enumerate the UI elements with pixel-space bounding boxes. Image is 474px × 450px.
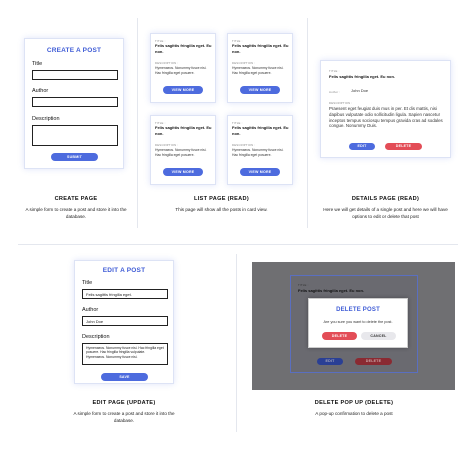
view-more-button[interactable]: VIEW MORE	[163, 168, 203, 176]
description-label: Description	[82, 334, 110, 340]
post-desc-tag: DESCRIPTION :	[232, 61, 256, 65]
post-desc-tag: DESCRIPTION :	[155, 61, 179, 65]
delete-caption: DELETE POP UP (DELETE)	[314, 400, 394, 406]
edit-button[interactable]: EDIT	[349, 143, 375, 150]
description-textarea[interactable]	[32, 125, 118, 146]
delete-button-dimmed: DELETE	[355, 358, 392, 365]
cancel-button[interactable]: CANCEL	[361, 332, 396, 340]
post-title: Felis sagittis fringilla eget. Eu non.	[155, 125, 212, 136]
post-title: Felis sagittis fringilla eget. Eu non.	[232, 125, 289, 136]
post-desc: Praesent eget feugiat duis mus in per. E…	[329, 106, 443, 129]
delete-caption-desc: A pop-up confirmation to delete a post	[315, 411, 393, 416]
details-caption-desc: Here we will get details of a single pos…	[323, 207, 448, 219]
post-title: Felis sagittis fringilla eget. Eu non.	[298, 288, 365, 293]
view-more-button[interactable]: VIEW MORE	[163, 86, 203, 94]
post-title: Felis sagittis fringilla eget. Eu non.	[329, 74, 396, 79]
post-card: TITLE : Felis sagittis fringilla eget. E…	[227, 115, 293, 185]
post-desc: Hymenaeos. Nonummy fusce nisi. Hac fring…	[232, 148, 284, 157]
form-title: EDIT A POST	[102, 267, 146, 274]
title-label: Title	[82, 280, 93, 286]
list-caption: LIST PAGE (READ)	[193, 196, 250, 202]
wireframe-board: CREATE A POST Title Author Description S…	[0, 0, 474, 450]
create-post-form: CREATE A POST Title Author Description S…	[24, 38, 124, 169]
modal-title: DELETE POST	[336, 307, 380, 313]
form-title: CREATE A POST	[46, 47, 102, 54]
edit-caption: EDIT PAGE (UPDATE)	[92, 400, 156, 406]
edit-caption-desc: A simple form to create a post and store…	[73, 411, 175, 423]
save-button[interactable]: SAVE	[101, 373, 148, 381]
author-name: John Doe	[351, 88, 369, 93]
description-textarea[interactable]: Hymenaeos. Nonummy fusce nisi. Hac fring…	[82, 343, 168, 365]
post-card: TITLE : Felis sagittis fringilla eget. E…	[150, 115, 216, 185]
confirm-delete-button[interactable]: DELETE	[322, 332, 357, 340]
post-desc: Hymenaeos. Nonummy fusce nisi. Hac fring…	[155, 148, 207, 157]
divider	[307, 18, 308, 228]
create-caption: CREATE PAGE	[54, 196, 98, 202]
title-label: Title	[32, 61, 43, 67]
submit-button[interactable]: SUBMIT	[51, 153, 98, 161]
post-title: Felis sagittis fringilla eget. Eu non.	[232, 43, 289, 54]
post-title-tag: TITLE :	[329, 69, 340, 73]
view-more-button[interactable]: VIEW MORE	[240, 86, 280, 94]
author-input[interactable]	[32, 97, 118, 107]
post-desc: Hymenaeos. Nonummy fusce nisi. Hac fring…	[155, 66, 207, 75]
post-desc-tag: DESCRIPTION :	[329, 101, 353, 105]
post-card: TITLE : Felis sagittis fringilla eget. E…	[227, 33, 293, 103]
post-desc-tag: DESCRIPTION :	[155, 143, 179, 147]
edit-post-form: EDIT A POST Title Felis sagittis fringil…	[74, 260, 174, 384]
edit-button-dimmed: EDIT	[317, 358, 343, 365]
author-label: Author	[82, 307, 99, 313]
post-title: Felis sagittis fringilla eget. Eu non.	[155, 43, 212, 54]
title-input[interactable]: Felis sagittis fringilla eget.	[82, 289, 168, 299]
post-title-tag: TITLE :	[298, 283, 309, 287]
post-details-card: TITLE : Felis sagittis fringilla eget. E…	[320, 60, 451, 158]
create-caption-desc: A simple form to create a post and store…	[25, 207, 127, 219]
post-desc: Hymenaeos. Nonummy fusce nisi. Hac fring…	[232, 66, 284, 75]
details-caption: DETAILS PAGE (READ)	[351, 196, 420, 202]
modal-backdrop[interactable]: TITLE : Felis sagittis fringilla eget. E…	[252, 262, 455, 390]
divider	[236, 254, 237, 432]
author-input[interactable]: John Doe	[82, 316, 168, 326]
delete-confirm-modal: DELETE POST Are you sure you want to del…	[308, 298, 408, 348]
modal-text: Are you sure you want to delete the post…	[323, 320, 393, 324]
view-more-button[interactable]: VIEW MORE	[240, 168, 280, 176]
list-caption-desc: This page will show all the posts in car…	[175, 207, 268, 212]
author-label: Author	[32, 88, 49, 94]
divider	[137, 18, 138, 228]
post-card: TITLE : Felis sagittis fringilla eget. E…	[150, 33, 216, 103]
divider	[18, 244, 458, 245]
description-label: Description	[32, 116, 60, 122]
post-desc-tag: DESCRIPTION :	[232, 143, 256, 147]
author-label: Author :	[329, 90, 341, 94]
title-input[interactable]	[32, 70, 118, 80]
delete-button[interactable]: DELETE	[385, 143, 422, 150]
